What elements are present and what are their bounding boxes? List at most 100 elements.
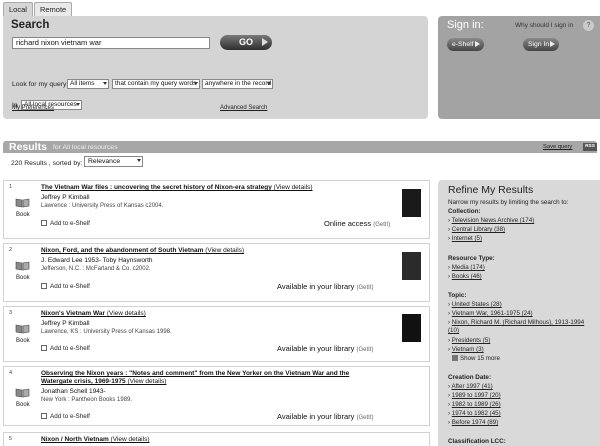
my-preferences-link[interactable]: My Preferences (12, 105, 54, 111)
facet-link[interactable]: 1989 to 1997 (20) (452, 392, 501, 399)
facet-link[interactable]: Presidents (5) (452, 337, 491, 344)
facet-link[interactable]: Internet (5) (452, 235, 482, 242)
checkbox[interactable] (41, 345, 47, 351)
advanced-search-link[interactable]: Advanced Search (220, 105, 267, 111)
result-title-link[interactable]: Nixon's Vietnam War (View details) (41, 310, 146, 318)
field-select[interactable]: All items (67, 79, 109, 89)
result-number: 3 (9, 310, 13, 316)
facet-link[interactable]: Television News Archive (174) (452, 217, 535, 224)
availability-text: Available in your library (277, 344, 355, 353)
view-details-link[interactable]: (View details) (111, 436, 150, 443)
facet-item[interactable]: › 1989 to 1997 (20) (448, 392, 501, 400)
facet-link[interactable]: Nixon, Richard M. (Richard Milhous), 191… (448, 319, 584, 334)
tab-local[interactable]: Local (3, 2, 33, 16)
add-to-eshelf[interactable]: Add to e-Shelf (41, 220, 90, 227)
add-to-eshelf[interactable]: Add to e-Shelf (41, 413, 90, 420)
tab-remote[interactable]: Remote (33, 2, 73, 16)
result-publisher: Lawrence : University Press of Kansas c2… (41, 203, 164, 209)
go-label: GO (238, 37, 253, 47)
facet-item[interactable]: › Internet (5) (448, 235, 482, 243)
scope-select[interactable]: anywhere in the record (202, 79, 273, 89)
search-tabs: Local Remote (3, 2, 73, 16)
result-title: Observing the Nixon years : "Notes and c… (41, 370, 350, 385)
search-input[interactable]: richard nixon vietnam war (12, 37, 210, 49)
results-count: 220 (11, 160, 23, 167)
why-sign-in-link[interactable]: Why should I sign in (515, 22, 573, 29)
facet-item[interactable]: › Central Library (38) (448, 226, 505, 234)
result-title: Nixon / North Vietnam (41, 436, 109, 443)
view-details-link[interactable]: (View details) (107, 310, 146, 317)
eshelf-button[interactable]: e-Shelf (447, 38, 484, 51)
sort-select[interactable]: Relevance (84, 156, 143, 167)
facet-link[interactable]: After 1997 (41) (451, 383, 492, 390)
facet-link[interactable]: Media (174) (452, 264, 485, 271)
facet-item[interactable]: › 1982 to 1989 (26) (448, 401, 501, 409)
facet-link[interactable]: Vietnam (3) (452, 346, 484, 353)
result-title-link[interactable]: Observing the Nixon years : "Notes and c… (41, 370, 376, 386)
facet-link[interactable]: Vietnam War, 1961-1975 (24) (452, 310, 533, 317)
book-icon (15, 261, 30, 271)
result-item: 4 Book Observing the Nixon years : "Note… (3, 366, 430, 426)
facet-item[interactable]: › Before 1974 (89) (448, 419, 498, 427)
result-title-link[interactable]: Nixon / North Vietnam (View details) (41, 436, 150, 444)
facet-link[interactable]: Books (46) (452, 273, 482, 280)
show-more-link[interactable]: Show 15 more (452, 355, 500, 363)
facet-item[interactable]: › Books (46) (448, 273, 482, 281)
result-title: Nixon, Ford, and the abandonment of Sout… (41, 247, 204, 254)
facet-link[interactable]: 1982 to 1989 (26) (452, 401, 501, 408)
checkbox[interactable] (41, 413, 47, 419)
result-title-link[interactable]: Nixon, Ford, and the abandonment of Sout… (41, 247, 244, 255)
result-item: 2 Book Nixon, Ford, and the abandonment … (3, 243, 430, 302)
view-details-link[interactable]: (View details) (127, 378, 166, 385)
add-to-eshelf[interactable]: Add to e-Shelf (41, 283, 90, 290)
facet-item[interactable]: › Nixon, Richard M. (Richard Milhous), 1… (448, 319, 596, 335)
result-publisher: Jefferson, N.C. : McFarland & Co. c2002. (41, 266, 151, 272)
result-number: 1 (9, 184, 13, 190)
facet-collection-heading: Collection: (448, 208, 481, 215)
facet-item[interactable]: › 1974 to 1982 (45) (448, 410, 501, 418)
facet-item[interactable]: › United States (28) (448, 301, 502, 309)
facet-link[interactable]: United States (28) (452, 301, 502, 308)
checkbox[interactable] (41, 220, 47, 226)
facet-item[interactable]: › After 1997 (41) (448, 383, 493, 391)
checkbox[interactable] (41, 283, 47, 289)
cover-image[interactable] (402, 314, 421, 342)
facet-link[interactable]: Central Library (38) (452, 226, 505, 233)
getit-link[interactable]: (GetIt) (357, 415, 374, 421)
arrow-right-icon (262, 38, 268, 46)
match-select[interactable]: that contain my query words (112, 79, 200, 89)
cover-image[interactable] (402, 252, 421, 280)
go-button[interactable]: GO (220, 35, 272, 50)
facet-item[interactable]: › Vietnam War, 1961-1975 (24) (448, 310, 533, 318)
results-count-line: 220 Results , sorted by: (11, 158, 82, 169)
result-type: Book (16, 402, 30, 408)
availability-text: Available in your library (277, 282, 355, 291)
rss-icon[interactable]: RSS (583, 143, 597, 151)
sort-select-value: Relevance (88, 158, 121, 165)
facet-link[interactable]: 1974 to 1982 (45) (452, 410, 501, 417)
eshelf-label: e-Shelf (452, 41, 474, 48)
view-details-link[interactable]: (View details) (205, 247, 244, 254)
getit-link[interactable]: (GetIt) (373, 222, 390, 228)
view-details-link[interactable]: (View details) (274, 184, 313, 191)
sign-in-button[interactable]: Sign In (523, 38, 559, 51)
getit-link[interactable]: (GetIt) (357, 347, 374, 353)
add-to-eshelf[interactable]: Add to e-Shelf (41, 345, 90, 352)
facet-item[interactable]: › Media (174) (448, 264, 485, 272)
result-publisher: New York : Pantheon Books 1989. (41, 397, 133, 403)
help-icon[interactable]: ? (583, 20, 594, 31)
save-query-link[interactable]: Save query (543, 144, 572, 150)
search-panel: Search richard nixon vietnam war GO Look… (3, 16, 428, 119)
result-publisher: Lawrence, KS : University Press of Kansa… (41, 329, 172, 335)
result-author: J. Edward Lee 1953- Toby Haynsworth (41, 257, 153, 264)
result-number: 2 (9, 247, 13, 253)
facet-item[interactable]: › Television News Archive (174) (448, 217, 534, 225)
facet-item[interactable]: › Presidents (5) (448, 337, 490, 345)
availability-status: Available in your library (GetIt) (277, 344, 374, 353)
scope-select-value: anywhere in the record (205, 80, 272, 87)
result-title-link[interactable]: The Vietnam War files : uncovering the s… (41, 184, 313, 192)
facet-item[interactable]: › Vietnam (3) (448, 346, 484, 354)
facet-link[interactable]: Before 1974 (89) (452, 419, 498, 426)
cover-image[interactable] (402, 189, 421, 217)
getit-link[interactable]: (GetIt) (357, 285, 374, 291)
